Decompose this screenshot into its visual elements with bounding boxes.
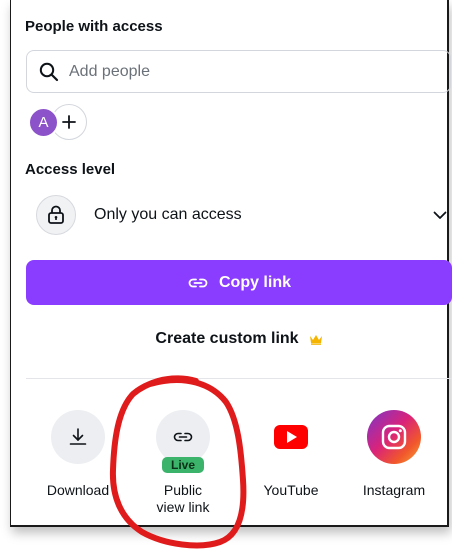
share-public-view-link[interactable]: Live Public view link	[138, 410, 228, 516]
download-icon-wrapper	[51, 410, 105, 464]
share-youtube[interactable]: YouTube	[246, 410, 336, 499]
link-icon	[188, 278, 208, 287]
instagram-label: Instagram	[362, 482, 426, 498]
chevron-down-icon	[433, 211, 447, 219]
add-people-input[interactable]	[67, 61, 371, 82]
copy-link-label: Copy link	[218, 273, 291, 291]
add-people-search[interactable]	[26, 50, 451, 93]
download-icon	[69, 428, 87, 445]
public-link-icon-wrapper	[156, 410, 210, 464]
access-level-value: Only you can access	[94, 206, 242, 223]
lock-icon-wrapper	[36, 195, 76, 235]
youtube-icon-wrapper	[264, 410, 318, 464]
live-badge: Live	[162, 457, 204, 473]
create-custom-link-button[interactable]: Create custom link	[26, 322, 452, 356]
public-view-link-label: Public view link	[156, 482, 210, 515]
share-download[interactable]: Download	[33, 410, 123, 499]
avatar[interactable]: A	[28, 107, 59, 138]
share-instagram[interactable]: Instagram	[349, 410, 439, 499]
custom-link-label: Create custom link	[155, 330, 299, 347]
crown-icon	[309, 334, 322, 345]
instagram-icon-wrapper	[367, 410, 421, 464]
people-with-access-heading: People with access	[25, 18, 163, 35]
instagram-icon	[381, 424, 407, 450]
youtube-icon	[274, 425, 308, 449]
access-level-dropdown[interactable]: Only you can access	[26, 190, 451, 240]
divider	[26, 378, 452, 379]
search-icon	[39, 62, 59, 81]
lock-icon	[48, 205, 64, 224]
download-label: Download	[46, 482, 110, 498]
link-icon	[173, 432, 193, 442]
access-level-heading: Access level	[25, 161, 116, 178]
youtube-label: YouTube	[263, 482, 319, 498]
copy-link-button[interactable]: Copy link	[26, 260, 452, 305]
plus-icon	[62, 115, 76, 129]
share-panel: People with access A Access level Only y…	[10, 0, 452, 527]
